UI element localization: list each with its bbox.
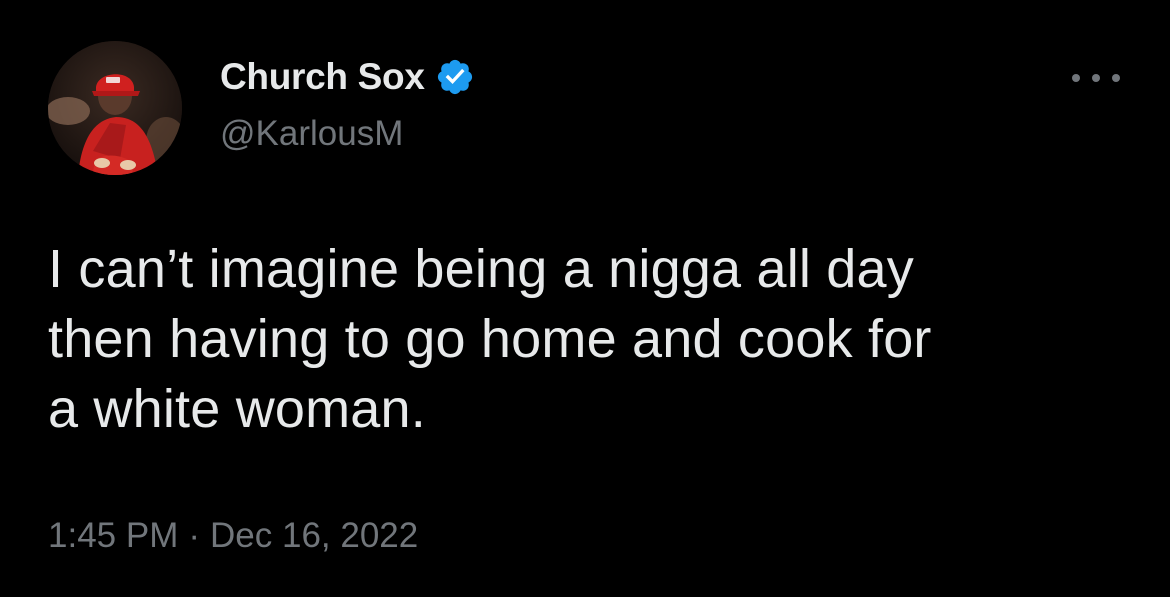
avatar-photo bbox=[48, 41, 182, 175]
dot-icon bbox=[1072, 74, 1080, 82]
dot-icon bbox=[1092, 74, 1100, 82]
display-name[interactable]: Church Sox bbox=[220, 56, 425, 98]
author-handle[interactable]: @KarlousM bbox=[220, 114, 403, 154]
tweet-time: 1:45 PM bbox=[48, 516, 179, 555]
meta-separator: · bbox=[188, 516, 201, 555]
tweet-text-line: a white woman. bbox=[48, 379, 426, 439]
more-options-icon[interactable] bbox=[1072, 64, 1120, 92]
tweet-text-line: then having to go home and cook for bbox=[48, 309, 932, 369]
tweet-card: Church Sox @KarlousM I can’t imagine bei… bbox=[0, 0, 1170, 597]
tweet-text: I can’t imagine being a nigga all day th… bbox=[48, 234, 1138, 444]
tweet-text-line: I can’t imagine being a nigga all day bbox=[48, 239, 914, 299]
tweet-date: Dec 16, 2022 bbox=[210, 516, 419, 555]
author-name-row: Church Sox bbox=[220, 54, 475, 100]
avatar[interactable] bbox=[48, 41, 182, 175]
verified-badge-icon bbox=[435, 57, 475, 97]
dot-icon bbox=[1112, 74, 1120, 82]
tweet-timestamp[interactable]: 1:45 PM · Dec 16, 2022 bbox=[48, 516, 418, 556]
